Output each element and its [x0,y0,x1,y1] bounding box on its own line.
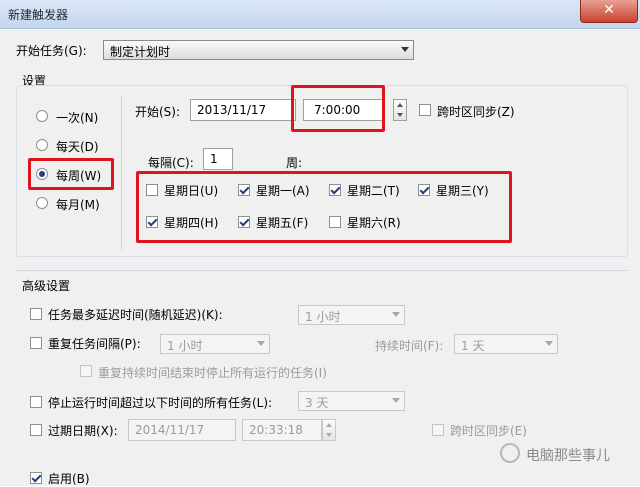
chevron-down-icon [401,47,409,52]
delay-value: 1 小时 [305,310,341,324]
spin-down-icon [326,433,332,437]
delay-checkbox[interactable] [30,308,42,320]
delay-label: 任务最多延迟时间(随机延迟)(K): [48,308,223,322]
stop-longer-value: 3 天 [305,396,329,410]
enabled-checkbox[interactable] [30,472,42,484]
spin-up-icon [397,103,403,107]
close-button[interactable]: ✕ [580,0,638,23]
begin-task-value: 制定计划时 [110,45,171,59]
stop-longer-dropdown[interactable]: 3 天 [298,391,405,411]
frequency-radio-monthly[interactable] [36,197,48,209]
weekday-checkbox-fri[interactable] [238,216,250,228]
repeat-interval-value: 1 小时 [167,339,203,353]
start-date-value: 2013/11/17 [197,103,267,117]
delay-dropdown[interactable]: 1 小时 [298,305,405,325]
start-date-field[interactable]: 2013/11/17 [190,99,296,121]
highlight-start-time [291,85,385,132]
expire-date-value: 2014/11/17 [135,423,205,437]
weekday-checkbox-wed[interactable] [418,184,430,196]
frequency-label-monthly: 每月(M) [56,198,100,212]
spin-up-icon [326,423,332,427]
start-label: 开始(S): [135,105,181,119]
advanced-separator [16,270,628,271]
weekday-label-thu: 星期四(H) [164,216,219,230]
chevron-down-icon [257,341,265,346]
repeat-checkbox[interactable] [30,337,42,349]
expire-time-field[interactable]: 20:33:18 [242,419,322,441]
enabled-label: 启用(B) [48,472,90,486]
expire-sync-checkbox[interactable] [432,424,444,436]
frequency-label-daily: 每天(D) [56,140,99,154]
weekday-checkbox-tue[interactable] [329,184,341,196]
repeat-interval-dropdown[interactable]: 1 小时 [160,334,270,354]
duration-label: 持续时间(F): [375,339,444,353]
recur-label: 每隔(C): [148,156,194,170]
expire-time-spinner[interactable] [322,419,336,441]
start-time-spinner[interactable] [393,99,407,121]
begin-task-dropdown[interactable]: 制定计划时 [103,40,414,60]
watermark-text: 电脑那些事儿 [526,448,610,464]
weekday-checkbox-sun[interactable] [146,184,158,196]
recur-input[interactable]: 1 [203,148,233,170]
advanced-legend: 高级设置 [22,279,71,293]
expire-date-field[interactable]: 2014/11/17 [128,419,236,441]
repeat-label: 重复任务间隔(P): [48,337,141,351]
sync-timezone-checkbox[interactable] [419,104,431,116]
frequency-label-once: 一次(N) [56,111,99,125]
expire-time-value: 20:33:18 [249,423,303,437]
wechat-logo-icon [500,443,520,463]
recur-value: 1 [210,152,218,166]
stop-running-checkbox[interactable] [80,365,92,377]
spin-down-icon [397,113,403,117]
weekday-label-wed: 星期三(Y) [436,184,489,198]
stop-longer-label: 停止运行时间超过以下时间的所有任务(L): [48,396,273,410]
sync-timezone-label: 跨时区同步(Z) [437,105,515,119]
weekday-label-tue: 星期二(T) [347,184,400,198]
weekday-checkbox-sat[interactable] [329,216,341,228]
stop-running-label: 重复持续时间结束时停止所有运行的任务(I) [98,366,327,380]
expire-checkbox[interactable] [30,424,42,436]
chevron-down-icon [392,312,400,317]
weekday-label-mon: 星期一(A) [256,184,310,198]
window-titlebar[interactable] [0,0,640,29]
settings-divider [121,95,122,250]
frequency-radio-once[interactable] [36,110,48,122]
window-title: 新建触发器 [8,8,69,22]
stop-longer-checkbox[interactable] [30,396,42,408]
close-icon: ✕ [603,2,615,18]
recur-unit: 周: [286,156,303,170]
expire-sync-label: 跨时区同步(E) [450,424,527,438]
chevron-down-icon [545,341,553,346]
frequency-radio-daily[interactable] [36,139,48,151]
weekday-label-sun: 星期日(U) [164,184,219,198]
weekday-label-sat: 星期六(R) [347,216,401,230]
duration-dropdown[interactable]: 1 天 [454,334,558,354]
duration-value: 1 天 [461,339,485,353]
chevron-down-icon [392,398,400,403]
weekday-checkbox-mon[interactable] [238,184,250,196]
begin-task-label: 开始任务(G): [16,44,87,58]
weekday-label-fri: 星期五(F) [256,216,309,230]
weekday-checkbox-thu[interactable] [146,216,158,228]
highlight-weekly [28,158,114,190]
expire-label: 过期日期(X): [48,424,118,438]
